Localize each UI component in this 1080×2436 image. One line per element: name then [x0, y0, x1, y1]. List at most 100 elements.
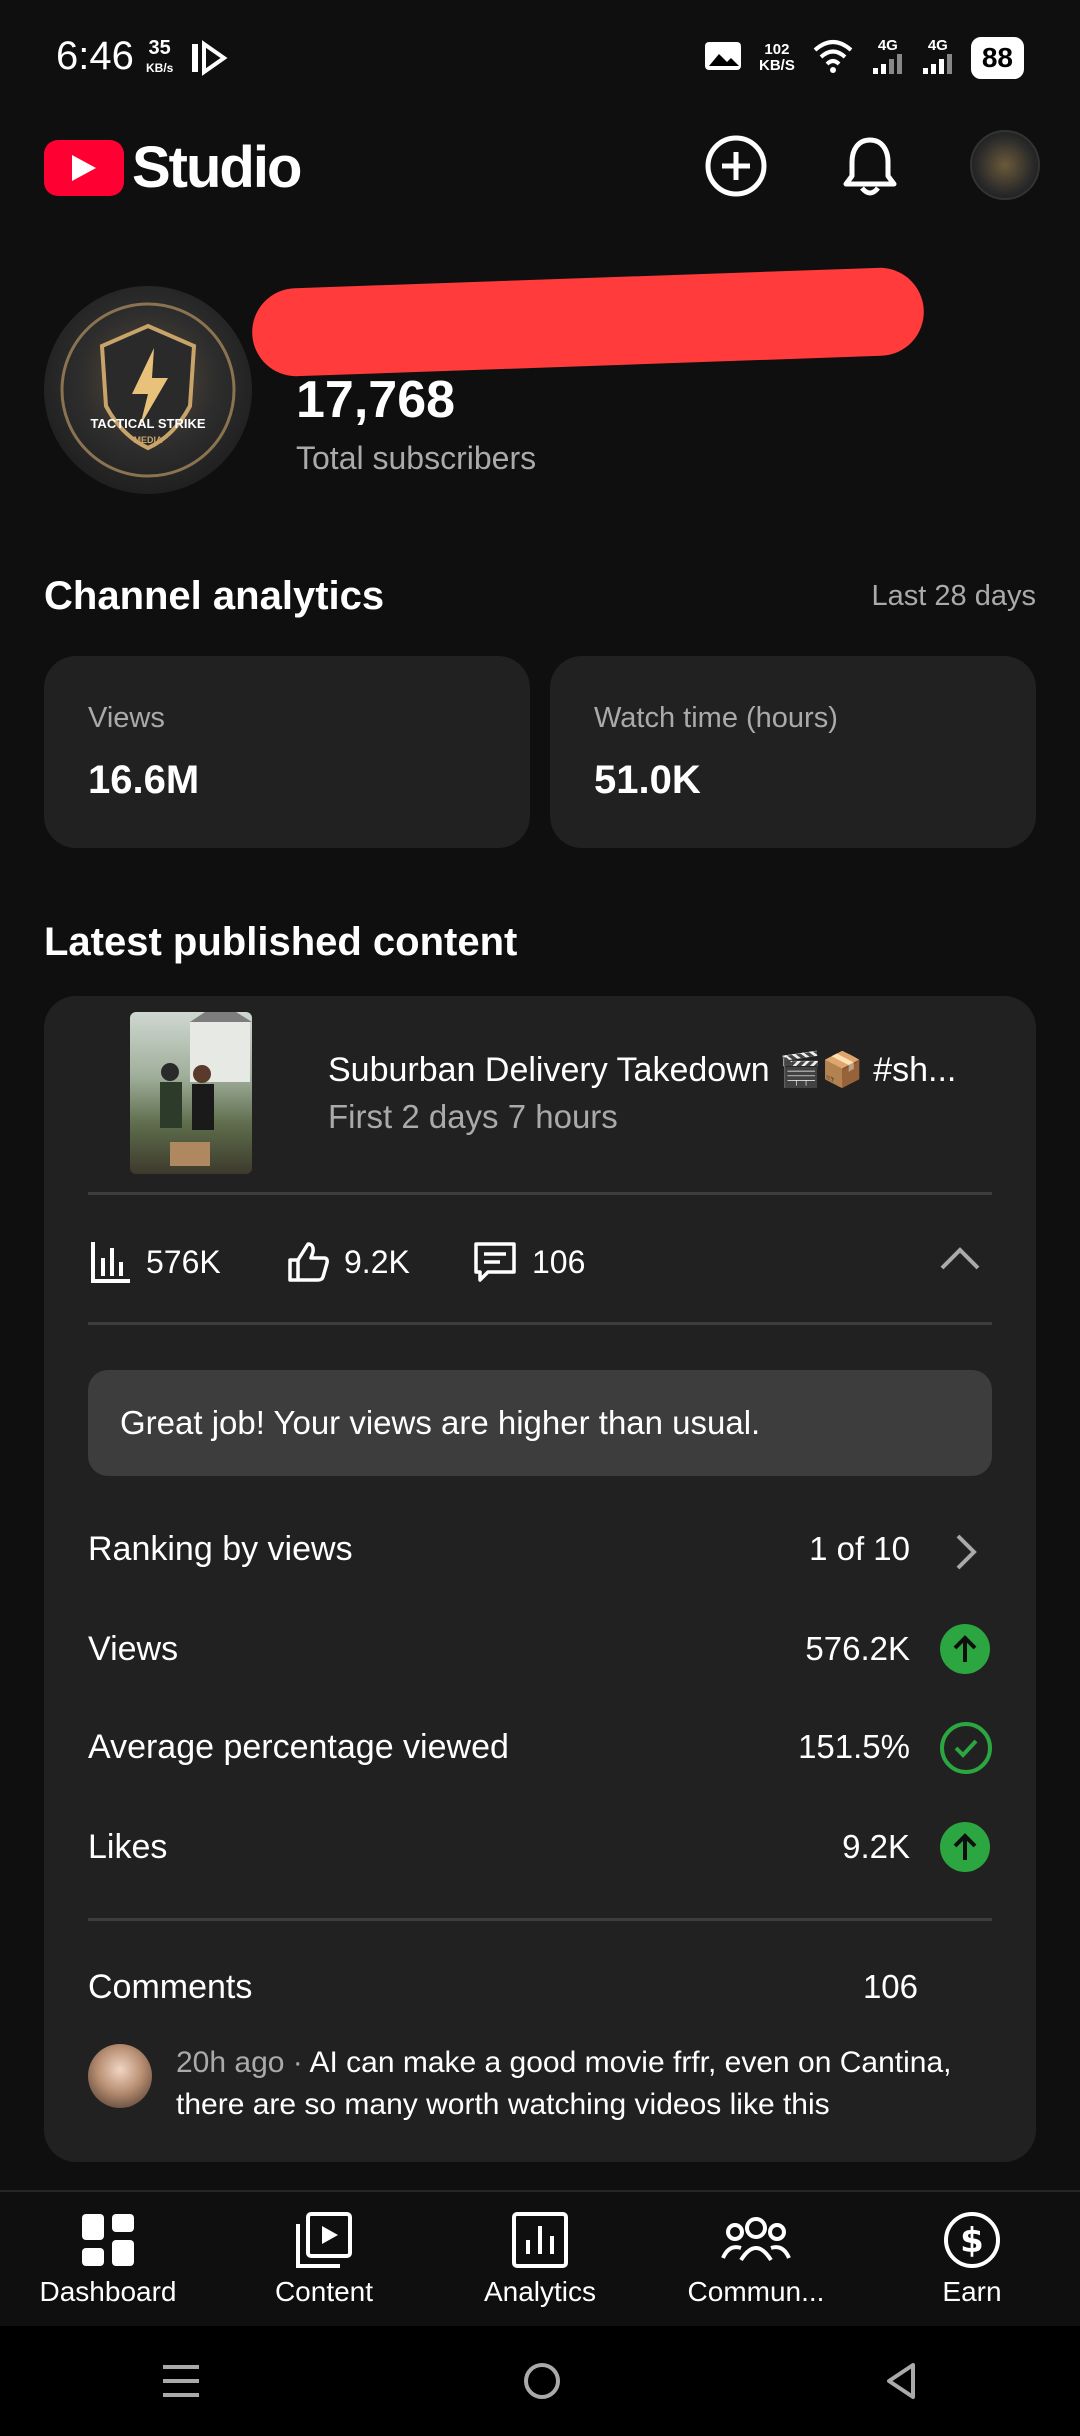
studio-logo[interactable]: Studio [44, 134, 302, 201]
app-name: Studio [132, 135, 302, 200]
nav-earn[interactable]: $ Earn [864, 2192, 1080, 2328]
bar-chart-icon [91, 1242, 130, 1283]
latest-title: Latest published content [44, 920, 518, 964]
account-button[interactable] [970, 130, 1040, 200]
nav-community-label: Commun... [687, 2276, 825, 2307]
avg-percentage-label: Average percentage viewed [88, 1728, 509, 1766]
nav-content[interactable]: Content [216, 2192, 432, 2328]
comment-icon [474, 1242, 516, 1282]
watch-time-card[interactable]: Watch time (hours) 51.0K [550, 656, 1036, 848]
bottom-nav: Dashboard Content Analytics Commun... $ … [0, 2190, 1080, 2328]
battery-indicator: 88 [970, 37, 1024, 79]
nav-analytics[interactable]: Analytics [432, 2192, 648, 2328]
check-circle-icon [940, 1722, 992, 1774]
analytics-icon [512, 2212, 568, 2268]
nav-analytics-label: Analytics [483, 2276, 597, 2307]
chevron-right-icon [956, 1534, 977, 1570]
arrow-up-icon [940, 1822, 990, 1872]
signal-bars-icon [872, 54, 902, 74]
back-triangle-icon[interactable] [883, 2361, 919, 2401]
ranking-value: 1 of 10 [809, 1530, 910, 1567]
views-card-value: 16.6M [88, 758, 200, 802]
metric-comments: 106 [472, 1240, 585, 1284]
divider [88, 1192, 992, 1195]
ranking-label: Ranking by views [88, 1530, 353, 1568]
metric-likes: 9.2K [286, 1240, 410, 1284]
video-thumbnail[interactable] [130, 1012, 252, 1174]
cast-icon [190, 40, 230, 81]
plus-circle-icon [705, 135, 767, 197]
thumbs-up-icon [288, 1242, 329, 1282]
video-subtitle: First 2 days 7 hours [328, 1098, 618, 1135]
video-title[interactable]: Suburban Delivery Takedown 🎬📦 #sh... [328, 1050, 1008, 1090]
arrow-up-icon [940, 1624, 990, 1674]
analytics-period: Last 28 days [871, 580, 1036, 612]
notifications-button[interactable] [834, 130, 906, 202]
system-nav [0, 2326, 1080, 2436]
likes-row-value: 9.2K [842, 1828, 910, 1865]
divider [88, 1322, 992, 1325]
comments-label[interactable]: Comments [88, 1968, 252, 2007]
earn-icon: $ [944, 2212, 1000, 2268]
data-speed-value: 35 [148, 37, 171, 59]
collapse-button[interactable] [938, 1244, 982, 1279]
data-speed: 35 KB/s [146, 38, 173, 78]
image-notification-icon [703, 38, 743, 79]
net-speed-value: 102 [764, 41, 790, 58]
views-row: Views 576.2K [0, 1620, 1080, 1680]
views-row-value: 576.2K [805, 1630, 910, 1667]
recents-menu-icon[interactable] [161, 2363, 201, 2399]
nav-community[interactable]: Commun... [648, 2192, 864, 2328]
content-icon [296, 2212, 352, 2268]
network-type-2: 4G [927, 37, 948, 54]
youtube-play-icon [44, 139, 124, 196]
dashboard-icon [82, 2214, 134, 2266]
subscriber-count: 17,768 [296, 371, 456, 429]
data-speed-unit: KB/s [146, 61, 174, 75]
nav-content-label: Content [274, 2276, 374, 2307]
views-card[interactable]: Views 16.6M [44, 656, 530, 848]
comment-meta: 20h ago · [176, 2046, 310, 2079]
watch-time-card-label: Watch time (hours) [594, 702, 838, 734]
metric-views: 576K [90, 1240, 221, 1284]
avg-percentage-row: Average percentage viewed 151.5% [0, 1718, 1080, 1778]
views-card-label: Views [88, 702, 165, 734]
metric-likes-value: 9.2K [344, 1243, 410, 1280]
net-speed: 102 KB/S [759, 42, 795, 74]
performance-notice: Great job! Your views are higher than us… [88, 1370, 992, 1476]
net-speed-unit: KB/S [759, 57, 795, 74]
channel-logo-line2: MEDIA [133, 435, 163, 445]
bell-icon [843, 137, 897, 196]
account-avatar [970, 130, 1040, 200]
channel-logo-line1: TACTICAL STRIKE [90, 416, 206, 431]
create-button[interactable] [700, 130, 772, 202]
wifi-icon [811, 38, 855, 79]
signal-2: 4G [921, 38, 955, 78]
ranking-row[interactable]: Ranking by views 1 of 10 [0, 1520, 1080, 1580]
signal-1: 4G [871, 38, 905, 78]
subscriber-label: Total subscribers [296, 440, 537, 476]
watch-time-card-value: 51.0K [594, 758, 701, 802]
network-type-1: 4G [877, 37, 898, 54]
views-row-label: Views [88, 1630, 179, 1668]
comments-count: 106 [862, 1968, 918, 2005]
performance-notice-text: Great job! Your views are higher than us… [120, 1404, 761, 1441]
svg-text:$: $ [960, 2221, 984, 2261]
avg-percentage-value: 151.5% [798, 1728, 910, 1765]
metric-comments-value: 106 [532, 1243, 586, 1280]
channel-logo-text: TACTICAL STRIKE MEDIA [44, 416, 252, 446]
nav-earn-label: Earn [942, 2276, 1002, 2307]
channel-logo-icon [60, 302, 236, 478]
divider [88, 1918, 992, 1921]
redacted-channel-name [250, 266, 926, 378]
signal-bars-icon [922, 54, 952, 74]
latest-comment[interactable]: 20h ago · AI can make a good movie frfr,… [176, 2042, 996, 2126]
nav-dashboard[interactable]: Dashboard [0, 2192, 216, 2328]
chevron-up-icon [940, 1247, 980, 1270]
channel-avatar[interactable]: TACTICAL STRIKE MEDIA [44, 286, 252, 494]
analytics-title: Channel analytics [44, 574, 385, 618]
home-circle-icon[interactable] [522, 2361, 562, 2401]
likes-row-label: Likes [88, 1828, 168, 1866]
thumbnail-scene [160, 1012, 252, 1166]
status-time: 6:46 [56, 34, 134, 78]
